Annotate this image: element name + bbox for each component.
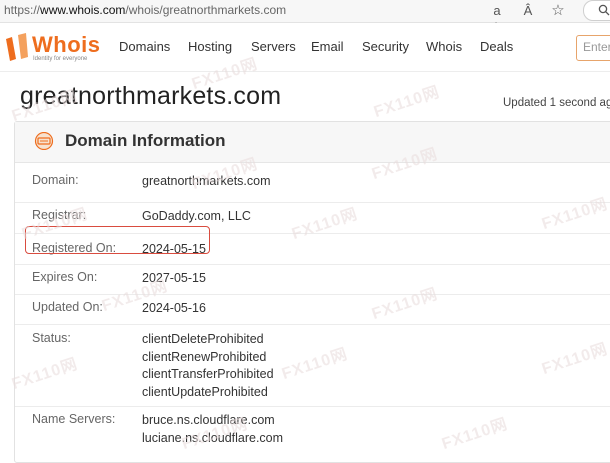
status-value: clientRenewProhibited (142, 349, 267, 364)
info-row-expires-on: Expires On: 2027-05-15 (15, 264, 610, 295)
info-row-updated-on: Updated On: 2024-05-16 (15, 294, 610, 325)
info-row-domain: Domain: greatnorthmarkets.com (15, 162, 610, 203)
browser-address-bar[interactable]: https://www.whois.com/whois/greatnorthma… (0, 0, 610, 36)
watermark: FX110网 (371, 83, 442, 122)
domain-search-box[interactable] (576, 35, 610, 61)
info-row-status: Status: clientDeleteProhibited clientRen… (15, 324, 610, 407)
search-icon (598, 4, 610, 16)
nav-domains[interactable]: Domains (119, 39, 170, 54)
read-aloud-icon[interactable]: Â (519, 2, 537, 20)
logo-tagline: Identity for everyone (33, 56, 88, 62)
logo-text: Whois (32, 32, 101, 57)
logo-mark-icon (6, 33, 28, 61)
row-label: Registered On: (32, 241, 117, 255)
name-server-value[interactable]: bruce.ns.cloudflare.com (142, 412, 283, 430)
whois-logo[interactable]: Whois Identity for everyone (2, 31, 102, 65)
row-label: Status: (32, 331, 71, 345)
row-value: 2024-05-16 (142, 301, 206, 315)
translate-icon[interactable]: aあ (488, 2, 506, 36)
row-value: 2027-05-15 (142, 271, 206, 285)
nav-servers[interactable]: Servers (251, 39, 296, 54)
url-text[interactable]: https://www.whois.com/whois/greatnorthma… (4, 3, 286, 17)
row-value: 2024-05-15 (142, 242, 206, 256)
row-label: Name Servers: (32, 412, 116, 426)
nav-whois[interactable]: Whois (426, 39, 462, 54)
row-label: Updated On: (32, 300, 103, 314)
row-value-list: bruce.ns.cloudflare.com luciane.ns.cloud… (142, 412, 283, 447)
status-value: clientDeleteProhibited (142, 332, 264, 346)
updated-timestamp: Updated 1 second ago (503, 97, 610, 109)
domain-information-card: Domain Information Domain: greatnorthmar… (14, 121, 610, 463)
nav-security[interactable]: Security (362, 39, 409, 54)
card-header: Domain Information (15, 122, 610, 163)
domain-info-icon (34, 132, 54, 150)
row-label: Expires On: (32, 270, 98, 284)
favorite-star-icon[interactable]: ☆ (549, 2, 567, 20)
row-label: Registrar: (32, 208, 87, 222)
row-label: Domain: (32, 173, 79, 187)
status-value: clientTransferProhibited (142, 367, 274, 381)
info-row-registered-on: Registered On: 2024-05-15 (15, 233, 610, 265)
browser-search-button[interactable] (583, 0, 610, 21)
info-row-registrar: Registrar: GoDaddy.com, LLC (15, 202, 610, 234)
nav-hosting[interactable]: Hosting (188, 39, 232, 54)
nav-deals[interactable]: Deals (480, 39, 513, 54)
domain-search-input[interactable] (577, 36, 610, 58)
row-value: greatnorthmarkets.com (142, 174, 271, 188)
info-row-name-servers: Name Servers: bruce.ns.cloudflare.com lu… (15, 406, 610, 462)
card-title: Domain Information (65, 131, 226, 150)
nav-email[interactable]: Email (311, 39, 344, 54)
name-server-value[interactable]: luciane.ns.cloudflare.com (142, 430, 283, 448)
page-title: greatnorthmarkets.com (20, 82, 282, 110)
row-value: GoDaddy.com, LLC (142, 209, 251, 223)
site-header: Whois Identity for everyone Domains Host… (0, 23, 610, 72)
status-value: clientUpdateProhibited (142, 384, 268, 399)
row-value-list: clientDeleteProhibited clientRenewProhib… (142, 331, 274, 401)
